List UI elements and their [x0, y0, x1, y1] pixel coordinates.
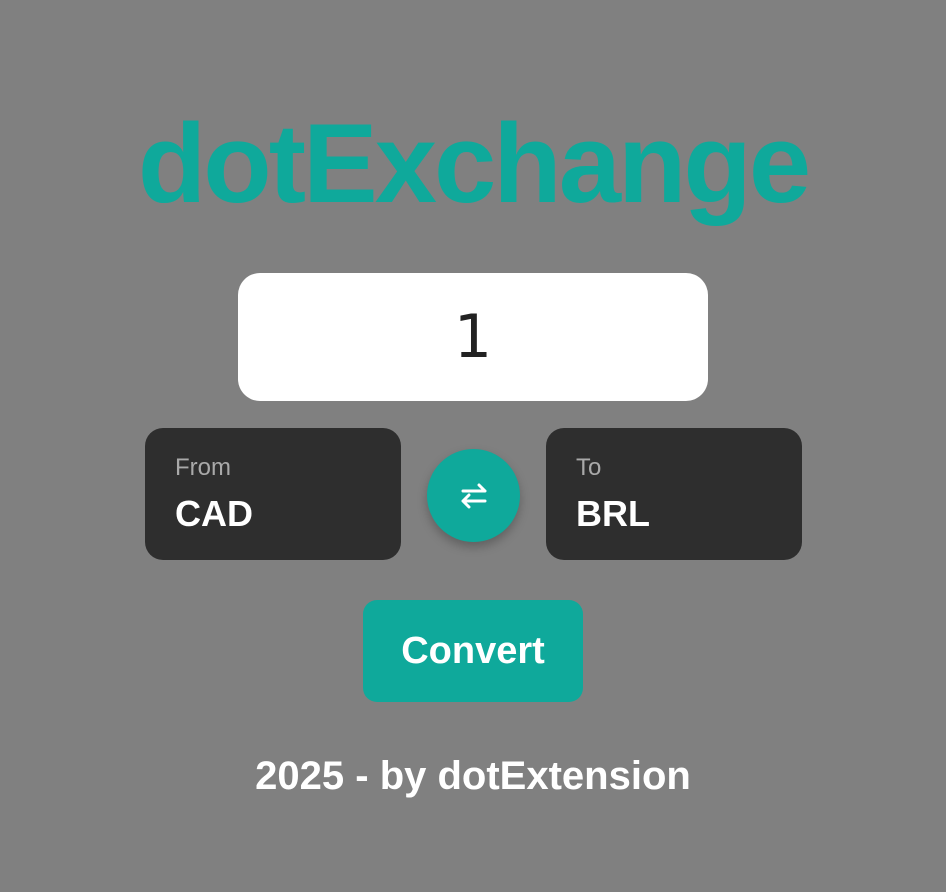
to-currency-code: BRL [576, 493, 650, 534]
footer-credit: 2025 - by dotExtension [255, 754, 691, 798]
swap-horizontal-icon [458, 483, 490, 509]
app-title: dotExchange [137, 101, 811, 226]
amount-input[interactable] [238, 273, 708, 401]
app-container: dotExchange From CAD To BRL Convert 2025… [0, 0, 946, 892]
from-currency-code: CAD [175, 493, 253, 534]
convert-button[interactable]: Convert [363, 600, 583, 702]
to-label: To [576, 454, 602, 481]
from-label: From [175, 454, 231, 481]
from-currency-selector[interactable]: From CAD [145, 428, 401, 560]
to-currency-selector[interactable]: To BRL [546, 428, 802, 560]
swap-currencies-button[interactable] [427, 449, 520, 542]
